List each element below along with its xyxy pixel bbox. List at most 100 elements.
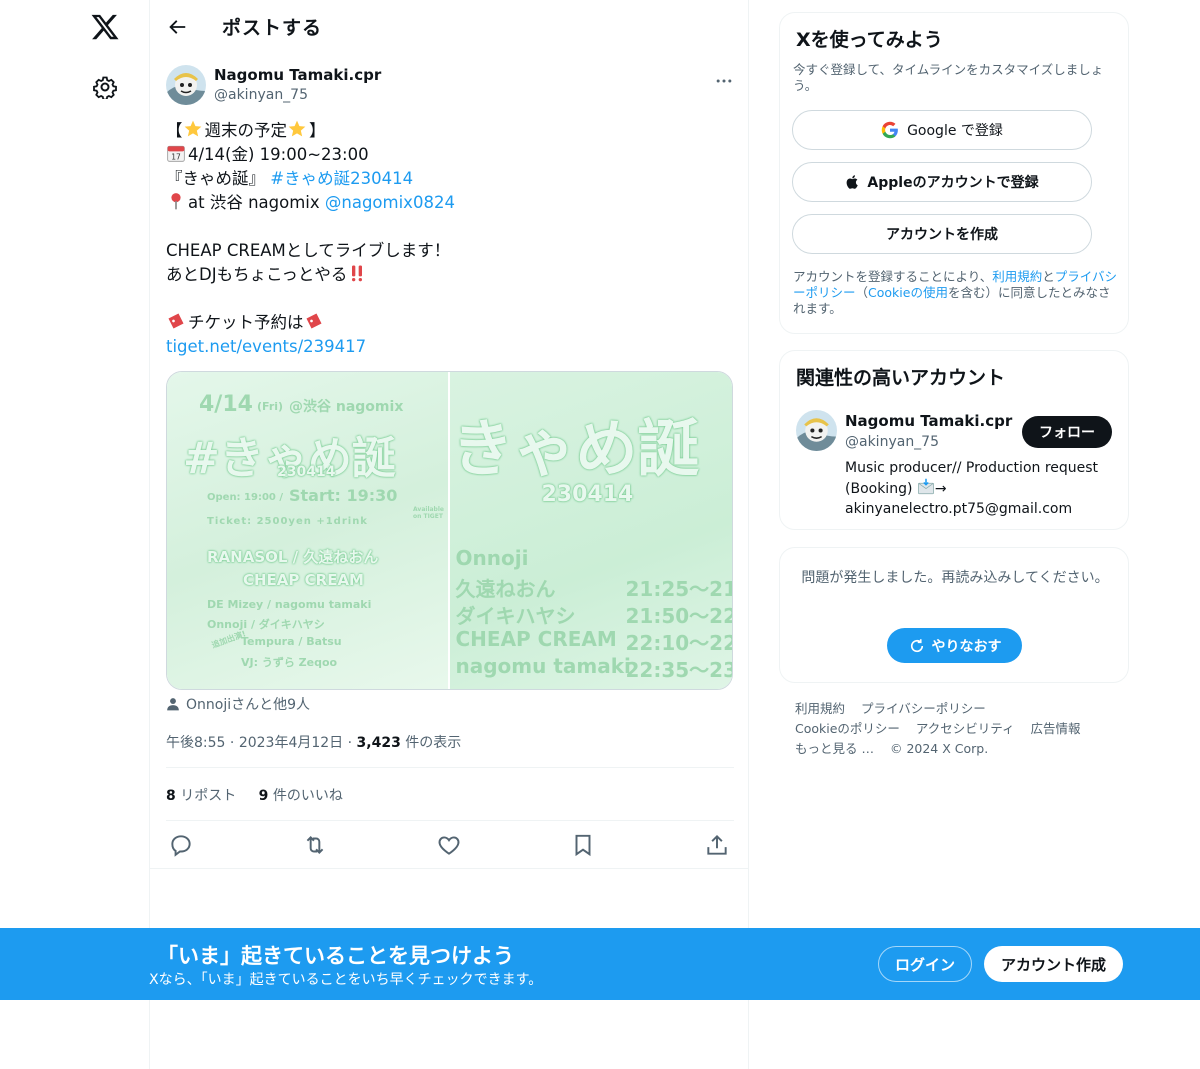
mention-link[interactable]: @nagomix0824 <box>325 193 455 212</box>
divider <box>166 820 734 821</box>
tagged-users[interactable]: Onnojiさんと他9人 <box>166 694 310 714</box>
reply-icon[interactable] <box>168 832 194 858</box>
flyer-lineup: CHEAP CREAM <box>243 571 364 589</box>
ticket-emoji-icon <box>306 313 321 329</box>
apple-logo-icon <box>847 175 859 189</box>
more-options-icon[interactable] <box>714 71 734 91</box>
flyer-open: Open: 19:00 / <box>207 492 284 503</box>
recommended-title: 関連性の高いアカウント <box>796 367 1006 389</box>
tweet-media[interactable]: 4/14 (Fri) @渋谷 nagomix #きゃめ誕 230414 Open… <box>166 371 733 690</box>
settings-gear-icon[interactable] <box>93 75 117 99</box>
tweet-line: チケット予約は <box>188 313 304 332</box>
flyer-number: 230414 <box>541 482 634 507</box>
main-column: ポストする Nagomu Tamaki.cpr @akinyan_75 【 週末の… <box>149 0 749 1069</box>
footer-terms-link[interactable]: 利用規約 <box>795 701 845 716</box>
star-emoji-icon <box>288 120 306 137</box>
hashtag-link[interactable]: #きゃめ誕230414 <box>270 169 413 188</box>
legal-text: と <box>1042 269 1055 284</box>
bookmark-icon[interactable] <box>570 832 596 858</box>
retry-label: やりなおす <box>931 638 1002 655</box>
flyer-ticket: Ticket: 2500yen +1drink <box>207 516 368 527</box>
likes-stat[interactable]: 9 件のいいね <box>259 788 343 804</box>
flyer-dow: (Fri) <box>257 400 284 413</box>
flyer-lineup: VJ: うずら Zeqoo <box>241 656 338 669</box>
recommended-name[interactable]: Nagomu Tamaki.cpr <box>845 412 1012 430</box>
create-account-button[interactable]: アカウントを作成 <box>792 214 1092 254</box>
google-signup-label: Google で登録 <box>907 123 1003 139</box>
timetable-name: ダイキハヤシ <box>455 604 576 628</box>
timetable-time: 21:50～22: <box>625 604 733 628</box>
signup-banner: 「いま」起きていることを見つけよう Xなら、「いま」起きていることをいち早くチェ… <box>0 928 1200 1000</box>
flyer-lineup: DE Mizey / nagomu tamaki <box>207 598 372 611</box>
ticket-link[interactable]: tiget.net/events/239417 <box>166 337 366 356</box>
tweet-line: 4/14(金) 19:00~23:00 <box>188 145 369 164</box>
flyer-lineup: Onnoji / ダイキハヤシ <box>207 618 325 631</box>
svg-text:17: 17 <box>171 153 181 162</box>
tweet-line: at 渋谷 nagomix <box>188 193 320 212</box>
timetable-name: CHEAP CREAM <box>455 627 617 651</box>
views-count: 3,423 <box>356 735 401 751</box>
footer-more-link[interactable]: もっと見る … <box>795 741 874 756</box>
author-handle[interactable]: @akinyan_75 <box>214 87 308 103</box>
flyer-lineup: RANASOL / 久遠ねおん <box>207 548 379 566</box>
tweet-line: 】 <box>309 121 326 140</box>
banner-subtitle: Xなら、「いま」起きていることをいち早くチェックできます。 <box>149 972 543 988</box>
bio-line: akinyanelectro.pt75@gmail.com <box>845 501 1073 517</box>
refresh-icon <box>910 638 923 652</box>
flyer-available: Available on TIGET <box>413 506 444 520</box>
timetable-name: nagomu tamaki <box>455 654 631 678</box>
page-title: ポストする <box>222 17 323 39</box>
retry-button[interactable]: やりなおす <box>887 628 1022 663</box>
google-signup-button[interactable]: Google で登録 <box>792 110 1092 150</box>
tweet-line: 『きゃめ誕』 <box>166 169 265 188</box>
tweet-author: Nagomu Tamaki.cpr @akinyan_75 <box>166 65 734 109</box>
ticket-emoji-icon <box>168 313 184 329</box>
footer-privacy-link[interactable]: プライバシーポリシー <box>861 701 986 716</box>
error-message: 問題が発生しました。再読み込みしてください。 <box>801 570 1109 586</box>
author-name[interactable]: Nagomu Tamaki.cpr <box>214 66 381 84</box>
footer-accessibility-link[interactable]: アクセシビリティ <box>916 721 1015 736</box>
likes-count: 9 <box>258 788 269 804</box>
timetable-time: 22:35～23: <box>625 658 733 682</box>
recommended-avatar[interactable] <box>796 410 837 451</box>
cookie-link[interactable]: Cookieの使用 <box>868 285 948 300</box>
footer-copyright: © 2024 X Corp. <box>889 741 989 756</box>
login-button[interactable]: ログイン <box>878 946 972 982</box>
tagged-users-label: Onnojiさんと他9人 <box>186 697 311 713</box>
event-flyer-image-left[interactable]: 4/14 (Fri) @渋谷 nagomix #きゃめ誕 230414 Open… <box>167 372 450 689</box>
envelope-emoji-icon <box>918 478 934 495</box>
repost-icon[interactable] <box>302 832 328 858</box>
flyer-number: 230414 <box>277 464 336 480</box>
apple-signup-button[interactable]: Appleのアカウントで登録 <box>792 162 1092 202</box>
error-card: 問題が発生しました。再読み込みしてください。 やりなおす <box>779 547 1129 683</box>
google-logo-icon <box>881 121 898 139</box>
banner-title: 「いま」起きていることを見つけよう <box>157 944 514 968</box>
tweet-line: あとDJもちょこっとやる <box>166 265 348 284</box>
tweet-date[interactable]: 2023年4月12日 <box>239 735 343 751</box>
flyer-title: きゃめ誕 <box>451 412 700 485</box>
follow-button[interactable]: フォロー <box>1022 416 1112 448</box>
double-exclamation-emoji-icon <box>352 265 363 282</box>
flyer-lineup: Tempura / Batsu <box>241 635 342 648</box>
signup-card: Xを使ってみよう 今すぐ登録して、タイムラインをカスタマイズしましょう。 Goo… <box>779 12 1129 334</box>
recommended-bio: Music producer// Production request (Boo… <box>845 458 1115 519</box>
tweet-time[interactable]: 午後8:55 <box>166 735 225 751</box>
share-icon[interactable] <box>704 832 730 858</box>
event-flyer-image-right[interactable]: きゃめ誕 230414 Onnoji 久遠ねおん 21:25～21: ダイキハヤ… <box>449 372 733 689</box>
signup-button[interactable]: アカウント作成 <box>984 946 1123 982</box>
footer-ads-link[interactable]: 広告情報 <box>1031 721 1081 736</box>
back-arrow-icon[interactable] <box>166 16 188 38</box>
recommended-handle: @akinyan_75 <box>845 434 940 450</box>
timetable-time: 21:25～21: <box>625 577 733 601</box>
x-logo-icon[interactable] <box>90 12 120 42</box>
reposts-stat[interactable]: 8 リポスト <box>166 788 236 804</box>
terms-link[interactable]: 利用規約 <box>992 269 1042 284</box>
timetable-name: 久遠ねおん <box>455 577 556 601</box>
likes-label: 件のいいね <box>272 788 343 804</box>
reposts-label: リポスト <box>180 788 237 804</box>
person-icon <box>167 698 179 711</box>
like-heart-icon[interactable] <box>436 832 462 858</box>
footer-cookie-link[interactable]: Cookieのポリシー <box>795 721 900 736</box>
legal-text: アカウントを登録することにより、 <box>793 269 993 284</box>
author-avatar[interactable] <box>166 65 206 105</box>
